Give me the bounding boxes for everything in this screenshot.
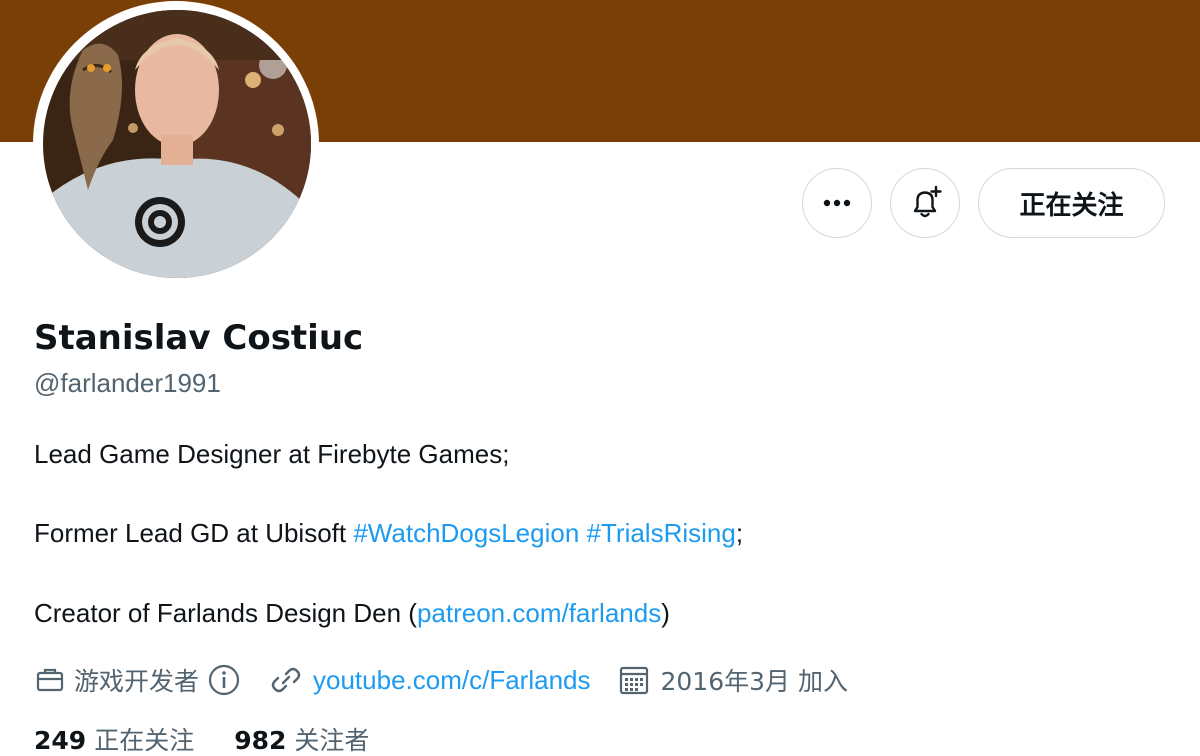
website-link[interactable]: youtube.com/c/Farlands	[313, 665, 590, 696]
bio-line-3: Creator of Farlands Design Den (patreon.…	[34, 596, 670, 630]
notify-button[interactable]	[890, 168, 960, 238]
bio-text: Creator of Farlands Design Den (	[34, 598, 417, 628]
following-button[interactable]: 正在关注	[978, 168, 1165, 238]
profile-stats: 249 正在关注 982 关注者	[34, 724, 369, 756]
bio-text: ;	[735, 518, 744, 548]
more-horizontal-icon	[823, 199, 851, 207]
profile-name: Stanislav Costiuc	[34, 318, 364, 358]
avatar-photo	[43, 10, 311, 278]
followers-stat[interactable]: 982 关注者	[234, 724, 369, 756]
bio-text: )	[661, 598, 670, 628]
category-label: 游戏开发者	[74, 667, 200, 696]
profile-handle: @farlander1991	[34, 368, 221, 398]
profile-page: 正在关注 Stanislav Costiuc @farlander1991 Le…	[0, 0, 1200, 756]
following-label: 正在关注	[94, 726, 195, 755]
bio-text: Former Lead GD at Ubisoft	[34, 518, 354, 548]
briefcase-icon	[36, 668, 64, 692]
more-button[interactable]	[802, 168, 872, 238]
patreon-link[interactable]: patreon.com/farlands	[417, 598, 661, 628]
hashtag-link[interactable]: #WatchDogsLegion	[353, 518, 579, 548]
calendar-icon	[620, 666, 649, 695]
profile-meta-row: 游戏开发者 youtube.com/c/Farlands 2016年3月 加入	[34, 660, 848, 700]
following-button-label: 正在关注	[1019, 190, 1124, 221]
followers-count: 982	[234, 726, 287, 755]
bio-line-2: Former Lead GD at Ubisoft #WatchDogsLegi…	[34, 516, 743, 550]
joined-item: 2016年3月 加入	[618, 662, 848, 698]
bio-line-1: Lead Game Designer at Firebyte Games;	[34, 439, 510, 469]
hashtag-link[interactable]: #TrialsRising	[587, 518, 736, 548]
followers-label: 关注者	[294, 726, 370, 755]
avatar[interactable]	[43, 10, 311, 278]
joined-date: 2016年3月 加入	[660, 667, 848, 696]
following-count: 249	[34, 726, 87, 755]
info-icon[interactable]	[207, 663, 241, 697]
link-icon	[271, 667, 301, 693]
bell-plus-icon	[913, 185, 942, 218]
category-item: 游戏开发者	[34, 662, 241, 698]
following-stat[interactable]: 249 正在关注	[34, 724, 194, 756]
website-item[interactable]: youtube.com/c/Farlands	[269, 663, 590, 697]
